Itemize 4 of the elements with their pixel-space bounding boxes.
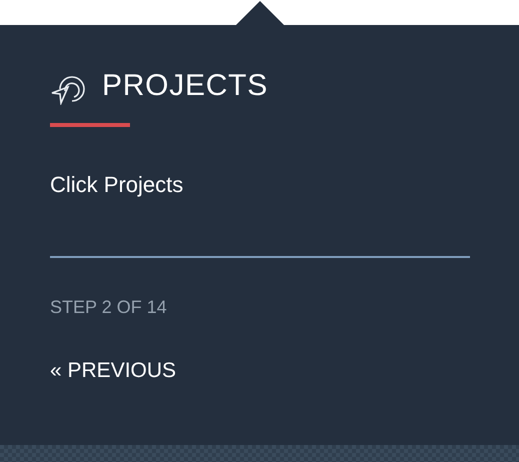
instruction-text: Click Projects [50,174,184,196]
previous-link[interactable]: « PREVIOUS [50,360,176,381]
step-counter: STEP 2 OF 14 [50,298,168,316]
popover-title: PROJECTS [102,71,268,101]
